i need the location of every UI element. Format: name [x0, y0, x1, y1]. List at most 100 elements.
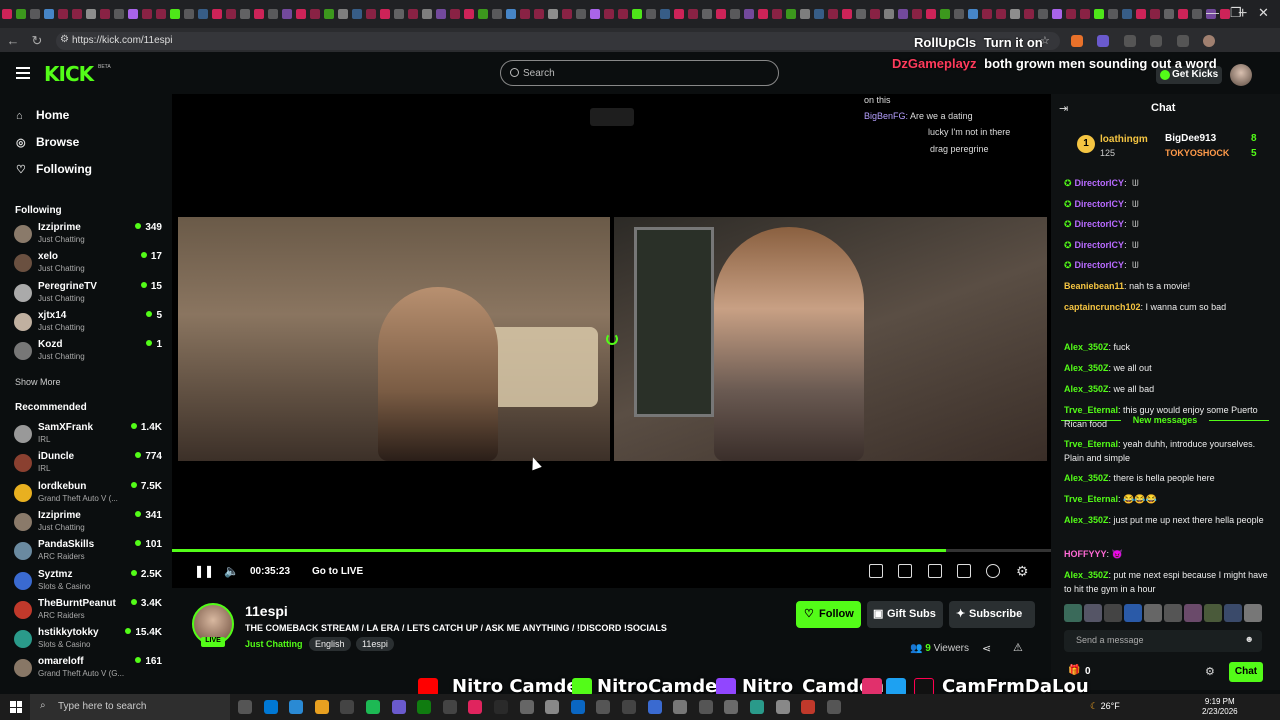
- playback-speed-icon[interactable]: [986, 564, 1000, 578]
- taskbar-app-icon[interactable]: [519, 700, 534, 714]
- tab-favicon[interactable]: [758, 9, 768, 19]
- taskbar-app-icon[interactable]: [442, 700, 457, 714]
- video-progress-bar[interactable]: [172, 549, 1051, 552]
- chat-username[interactable]: HOFFYYY: [1064, 549, 1107, 559]
- taskbar-app-icon[interactable]: [391, 700, 406, 714]
- windows-start-icon[interactable]: [10, 701, 22, 713]
- sidebar-channel[interactable]: Syztmz Slots & Casino 2.5K: [14, 569, 164, 597]
- site-info-icon[interactable]: ⚙: [60, 34, 69, 45]
- tab-favicon[interactable]: [842, 9, 852, 19]
- tab-favicon[interactable]: [58, 9, 68, 19]
- leaderboard-name[interactable]: TOKYOSHOCK: [1165, 148, 1229, 158]
- tab-favicon[interactable]: [1192, 9, 1202, 19]
- tab-favicon[interactable]: [1066, 9, 1076, 19]
- nav-home[interactable]: ⌂ Home: [16, 108, 69, 122]
- tab-favicon[interactable]: [1094, 9, 1104, 19]
- tab-favicon[interactable]: [408, 9, 418, 19]
- emote-icon[interactable]: [1224, 604, 1242, 622]
- tab-favicon[interactable]: [184, 9, 194, 19]
- stream-category[interactable]: Just Chatting: [245, 639, 303, 649]
- sidebar-channel[interactable]: SamXFrank IRL 1.4K: [14, 422, 164, 450]
- tab-favicon[interactable]: [968, 9, 978, 19]
- sidebar-channel[interactable]: xjtx14 Just Chatting 5: [14, 310, 164, 338]
- points-icon[interactable]: 🎁: [1068, 665, 1080, 676]
- tab-favicon[interactable]: [856, 9, 866, 19]
- tab-favicon[interactable]: [296, 9, 306, 19]
- tab-favicon[interactable]: [618, 9, 628, 19]
- taskbar-app-icon[interactable]: [289, 700, 304, 714]
- subscribe-button[interactable]: ✦ Subscribe: [949, 601, 1035, 628]
- chat-username[interactable]: captaincrunch102: [1064, 302, 1141, 312]
- search-input[interactable]: Search: [500, 60, 779, 86]
- chat-username[interactable]: DirectorICY: [1075, 178, 1125, 188]
- tab-favicon[interactable]: [646, 9, 656, 19]
- tab-favicon[interactable]: [814, 9, 824, 19]
- tab-favicon[interactable]: [534, 9, 544, 19]
- sidebar-channel[interactable]: lordkebun Grand Theft Auto V (... 7.5K: [14, 481, 164, 509]
- taskbar-search[interactable]: ⌕ Type here to search: [30, 694, 230, 720]
- taskbar-app-icon[interactable]: [647, 700, 662, 714]
- tab-favicon[interactable]: [1108, 9, 1118, 19]
- taskbar-app-icon[interactable]: [596, 700, 611, 714]
- taskbar-app-icon[interactable]: [698, 700, 713, 714]
- taskbar-app-icon[interactable]: [494, 700, 508, 714]
- close-window-icon[interactable]: ✕: [1258, 5, 1269, 21]
- user-avatar[interactable]: [1230, 64, 1252, 86]
- chat-username[interactable]: Trve_Eternal: [1064, 494, 1118, 504]
- tab-favicon[interactable]: [170, 9, 180, 19]
- settings-gear-icon[interactable]: ⚙: [1016, 563, 1029, 580]
- back-icon[interactable]: ←: [4, 33, 22, 48]
- taskbar-app-icon[interactable]: [724, 700, 739, 714]
- tab-favicon[interactable]: [674, 9, 684, 19]
- tab-favicon[interactable]: [898, 9, 908, 19]
- chat-settings-icon[interactable]: ⚙: [1205, 665, 1215, 678]
- tab-favicon[interactable]: [254, 9, 264, 19]
- emoji-icon[interactable]: ☻: [1245, 634, 1254, 644]
- tab-favicon[interactable]: [310, 9, 320, 19]
- tab-favicon[interactable]: [954, 9, 964, 19]
- tab-favicon[interactable]: [324, 9, 334, 19]
- emote-icon[interactable]: [1164, 604, 1182, 622]
- tab-favicon[interactable]: [1080, 9, 1090, 19]
- tab-favicon[interactable]: [1136, 9, 1146, 19]
- tab-favicon[interactable]: [30, 9, 40, 19]
- url-field[interactable]: ⚙ https://kick.com/11espi: [56, 32, 1060, 50]
- extension-icon[interactable]: [1176, 35, 1189, 47]
- tab-favicon[interactable]: [436, 9, 446, 19]
- tag-language[interactable]: English: [309, 637, 351, 651]
- extension-icon[interactable]: [1150, 35, 1163, 47]
- taskbar-app-icon[interactable]: [750, 700, 764, 714]
- sidebar-channel[interactable]: hstikkytokky Slots & Casino 15.4K: [14, 627, 164, 655]
- tab-favicon[interactable]: [912, 9, 922, 19]
- emote-icon[interactable]: [1184, 604, 1202, 622]
- theater-mode-icon[interactable]: [928, 564, 942, 578]
- taskbar-app-icon[interactable]: [314, 700, 329, 714]
- chat-send-button[interactable]: Chat: [1229, 662, 1263, 682]
- tab-favicon[interactable]: [212, 9, 222, 19]
- sidebar-channel[interactable]: Kozd Just Chatting 1: [14, 339, 164, 367]
- chat-username[interactable]: Alex_350Z: [1064, 570, 1109, 580]
- go-to-live-button[interactable]: Go to LIVE: [312, 566, 363, 577]
- chat-username[interactable]: Alex_350Z: [1064, 473, 1109, 483]
- reload-icon[interactable]: ↻: [28, 33, 46, 49]
- tab-favicon[interactable]: [240, 9, 250, 19]
- tab-favicon[interactable]: [548, 9, 558, 19]
- streamer-name[interactable]: 11espi: [245, 603, 288, 619]
- tab-favicon[interactable]: [982, 9, 992, 19]
- sidebar-channel[interactable]: omareloff Grand Theft Auto V (G... 161: [14, 656, 164, 684]
- tab-favicon[interactable]: [268, 9, 278, 19]
- tab-favicon[interactable]: [576, 9, 586, 19]
- tab-favicon[interactable]: [1024, 9, 1034, 19]
- volume-icon[interactable]: 🔈: [224, 564, 239, 578]
- tab-favicon[interactable]: [492, 9, 502, 19]
- chat-username[interactable]: DirectorICY: [1075, 199, 1125, 209]
- emote-icon[interactable]: [1144, 604, 1162, 622]
- taskbar-app-icon[interactable]: [622, 700, 636, 714]
- taskbar-app-icon[interactable]: [238, 700, 252, 714]
- leaderboard-name[interactable]: BigDee913: [1165, 133, 1216, 144]
- extension-icon[interactable]: [1097, 35, 1110, 47]
- tab-favicon[interactable]: [156, 9, 166, 19]
- tab-favicon[interactable]: [1010, 9, 1020, 19]
- extension-icon[interactable]: [1123, 35, 1136, 47]
- tab-favicon[interactable]: [142, 9, 152, 19]
